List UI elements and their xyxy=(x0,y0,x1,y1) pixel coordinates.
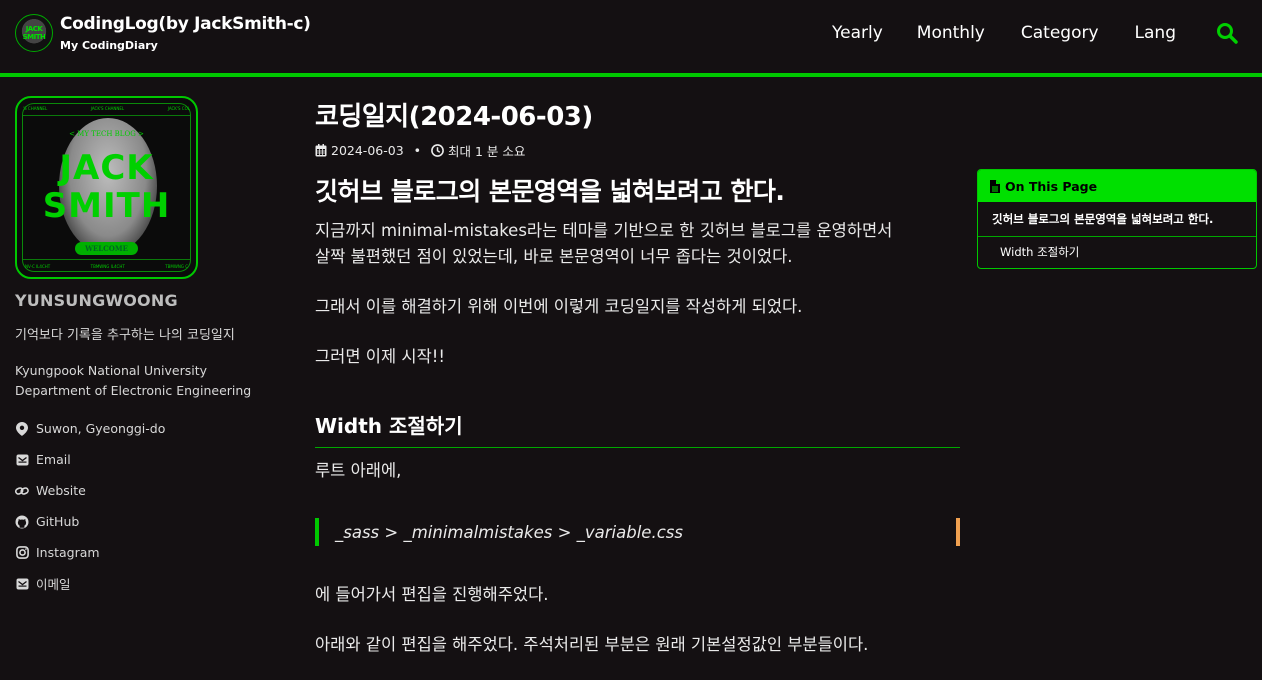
paragraph-line: 살짝 불편했던 점이 있었는데, 바로 본문영역이 너무 좁다는 것이었다. xyxy=(315,247,793,266)
avatar-bottom-label: NV-C IL4CHT xyxy=(25,264,51,269)
table-of-contents: On This Page 깃허브 블로그의 본문영역을 넓혀보려고 한다. Wi… xyxy=(977,169,1257,269)
nav-item-category[interactable]: Category xyxy=(1021,23,1099,43)
avatar-blog-label: < MY TECH BLOG > xyxy=(69,130,144,138)
link-label: Website xyxy=(36,483,86,498)
link-label: Instagram xyxy=(36,545,100,560)
instagram-icon xyxy=(15,546,29,560)
main-nav: Yearly Monthly Category Lang xyxy=(832,0,1262,66)
section-heading: Width 조절하기 xyxy=(315,410,960,448)
toc-item[interactable]: 깃허브 블로그의 본문영역을 넓혀보려고 한다. xyxy=(978,202,1256,237)
post-date-text: 2024-06-03 xyxy=(331,143,404,158)
avatar-line2: SMITH xyxy=(42,186,171,226)
author-bio: 기억보다 기록을 추구하는 나의 코딩일지 xyxy=(15,328,235,343)
avatar-top-label: 'S CHANNEL xyxy=(23,106,48,111)
post-meta: 2024-06-03 • 최대 1 분 소요 xyxy=(315,141,960,160)
paragraph: 지금까지 minimal-mistakes라는 테마를 기반으로 한 깃허브 블… xyxy=(315,218,960,270)
avatar-top-label: JACK'S COL xyxy=(167,106,190,111)
section-heading: 깃허브 블로그의 본문영역을 넓혀보려고 한다. xyxy=(315,177,785,206)
avatar-top-label: JACK'S CHANNEL xyxy=(90,106,125,111)
paragraph: 그래서 이를 해결하기 위해 이번에 이렇게 코딩일지를 작성하게 되었다. xyxy=(315,297,803,316)
calendar-icon xyxy=(315,144,327,157)
avatar-top-labels: 'S CHANNEL JACK'S CHANNEL JACK'S COL xyxy=(23,106,190,111)
paragraph: 에 들어가서 편집을 진행해주었다. xyxy=(315,585,549,604)
link-icon xyxy=(15,484,29,498)
logo-text-bottom: SMITH xyxy=(22,33,46,41)
avatar-divider xyxy=(23,259,190,260)
toc-header: On This Page xyxy=(978,170,1256,202)
envelope-icon xyxy=(15,453,29,467)
clock-icon xyxy=(431,144,444,157)
meta-separator: • xyxy=(413,143,422,158)
file-icon xyxy=(990,179,1000,193)
post-title: 코딩일지(2024-06-03) xyxy=(315,102,593,132)
link-label: 이메일 xyxy=(36,577,71,592)
nav-item-yearly[interactable]: Yearly xyxy=(832,23,883,43)
school-line: Department of Electronic Engineering xyxy=(15,383,252,398)
post-content: 코딩일지(2024-06-03) 2024-06-03 • 최대 1 분 소요 … xyxy=(315,96,960,658)
blockquote: _sass > _minimalmistakes > _variable.css xyxy=(315,518,960,546)
paragraph-line: 지금까지 minimal-mistakes라는 테마를 기반으로 한 깃허브 블… xyxy=(315,221,893,240)
school-line: Kyungpook National University xyxy=(15,363,208,378)
avatar-line1: JACK xyxy=(59,148,154,188)
site-logo[interactable]: JACK SMITH xyxy=(15,14,53,52)
avatar-divider xyxy=(23,115,190,116)
github-icon xyxy=(15,515,29,529)
nav-item-lang[interactable]: Lang xyxy=(1135,23,1176,43)
map-marker-icon xyxy=(15,421,29,436)
post-read-time-text: 최대 1 분 소요 xyxy=(448,144,526,159)
post-read-time: 최대 1 분 소요 xyxy=(431,141,525,160)
author-school: Kyungpook National University Department… xyxy=(15,361,275,401)
author-name: YUNSUNGWOONG xyxy=(15,291,178,310)
link-label: GitHub xyxy=(36,514,80,529)
link-label: Suwon, Gyeonggi-do xyxy=(36,421,166,436)
nav-item-monthly[interactable]: Monthly xyxy=(917,23,985,43)
author-link-email[interactable]: Email xyxy=(15,444,275,475)
site-subtitle: My CodingDiary xyxy=(60,39,158,52)
avatar-welcome: WELCOME xyxy=(75,242,138,255)
envelope-icon xyxy=(15,577,29,591)
logo-text-top: JACK xyxy=(25,25,43,33)
avatar-bottom-label: TBMWNG IL4CHT xyxy=(90,264,125,269)
author-link-email-kr[interactable]: 이메일 xyxy=(15,568,275,599)
author-links: Suwon, Gyeonggi-do Email Website GitHub … xyxy=(15,413,275,599)
site-title[interactable]: CodingLog(by JackSmith-c) xyxy=(60,14,311,34)
author-location: Suwon, Gyeonggi-do xyxy=(15,413,275,444)
author-avatar: 'S CHANNEL JACK'S CHANNEL JACK'S COL < M… xyxy=(15,96,198,279)
post-date: 2024-06-03 xyxy=(315,143,404,158)
avatar-bottom-labels: NV-C IL4CHT TBMWNG IL4CHT TBMWNG C xyxy=(25,264,188,269)
avatar-bottom-label: TBMWNG C xyxy=(165,264,188,269)
toc-title: On This Page xyxy=(1005,178,1098,194)
author-link-instagram[interactable]: Instagram xyxy=(15,537,275,568)
author-link-website[interactable]: Website xyxy=(15,475,275,506)
author-link-github[interactable]: GitHub xyxy=(15,506,275,537)
masthead: JACK SMITH CodingLog(by JackSmith-c) My … xyxy=(0,0,1262,77)
search-icon[interactable] xyxy=(1216,22,1238,44)
paragraph: 루트 아래에, xyxy=(315,461,402,480)
paragraph: 아래와 같이 편집을 해주었다. 주석처리된 부분은 원래 기본설정값인 부분들… xyxy=(315,635,869,654)
link-label: Email xyxy=(36,452,71,467)
paragraph: 그러면 이제 시작!! xyxy=(315,347,445,366)
toc-item[interactable]: Width 조절하기 xyxy=(978,237,1256,268)
author-sidebar: 'S CHANNEL JACK'S CHANNEL JACK'S COL < M… xyxy=(15,96,275,599)
